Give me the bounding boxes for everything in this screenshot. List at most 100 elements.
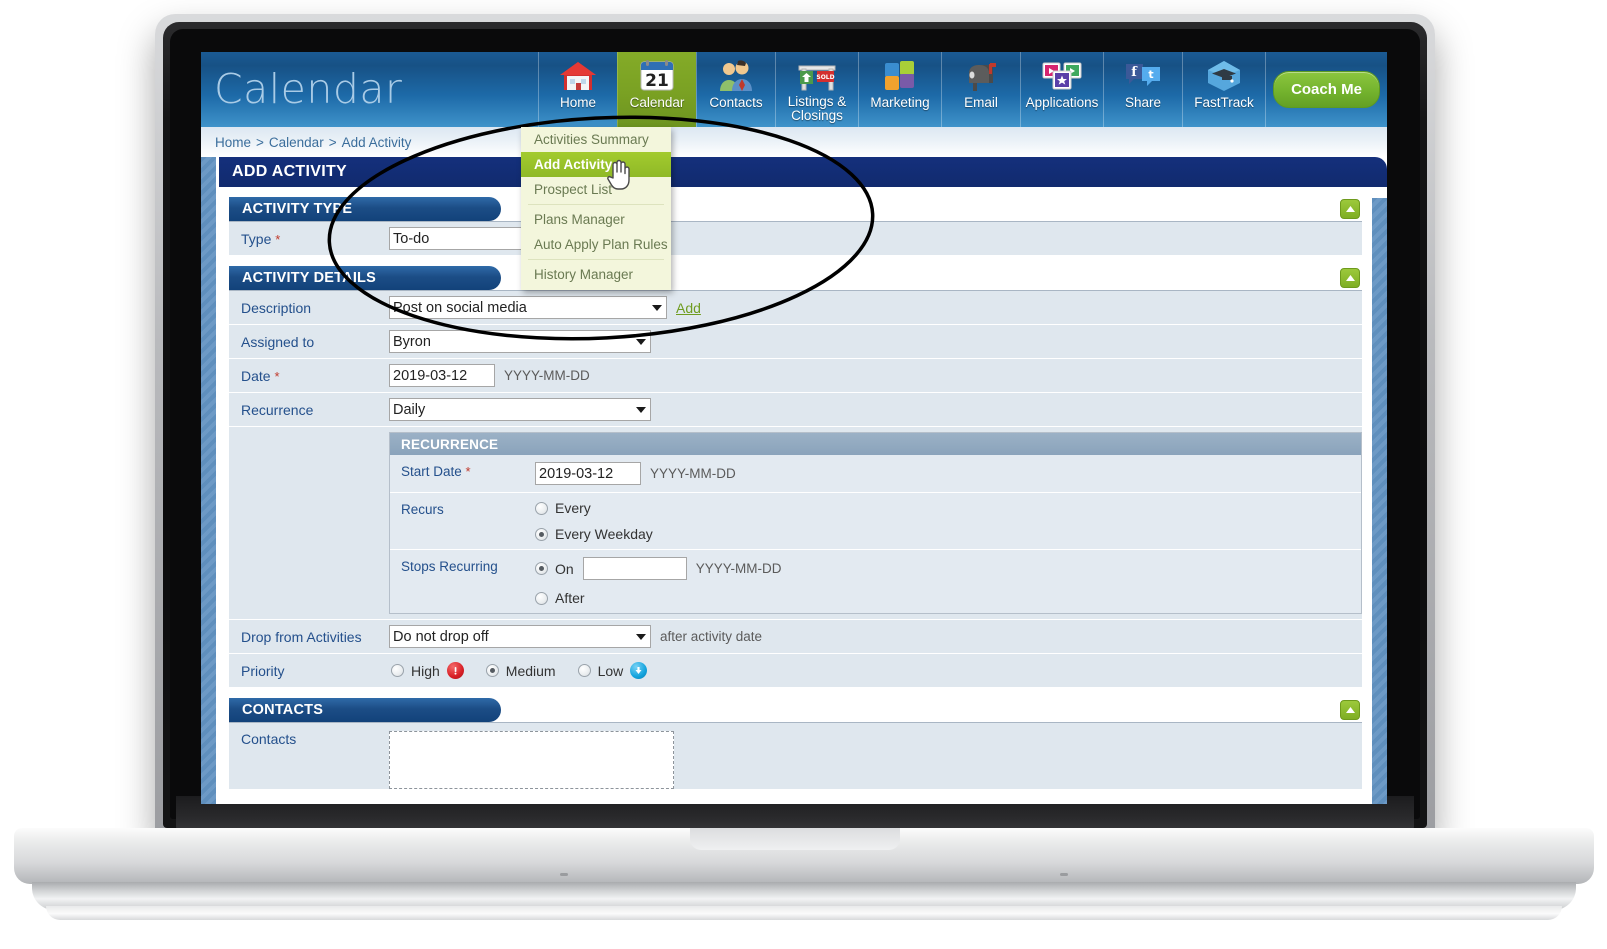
priority-option-low[interactable]: Low xyxy=(577,662,648,679)
assigned-to-select-wrapper: Byron xyxy=(389,330,651,353)
drop-from-activities-label: Drop from Activities xyxy=(241,628,362,645)
menu-item-plans-manager[interactable]: Plans Manager xyxy=(521,207,671,232)
radio-every-weekday[interactable] xyxy=(535,527,548,541)
menu-item-add-activity[interactable]: Add Activity xyxy=(521,152,671,177)
nav-item-fasttrack[interactable]: FastTrack xyxy=(1182,52,1265,127)
chevron-up-icon xyxy=(1345,275,1355,281)
people-icon xyxy=(716,56,756,96)
house-icon xyxy=(558,56,598,96)
chevron-up-icon xyxy=(1345,707,1355,713)
start-date-label: Start Date * xyxy=(390,462,535,479)
assigned-to-field: Byron xyxy=(389,330,1362,353)
radio-priority-medium[interactable] xyxy=(485,664,499,677)
start-date-field: YYYY-MM-DD xyxy=(535,462,736,485)
recurs-option-every[interactable]: Every xyxy=(535,500,653,516)
breadcrumb-item-home[interactable]: Home xyxy=(215,135,251,150)
nav-item-home-label: Home xyxy=(559,95,596,110)
svg-text:t: t xyxy=(1148,68,1153,81)
recurrence-select[interactable]: Daily xyxy=(389,398,651,421)
priority-option-medium-label: Medium xyxy=(505,662,556,679)
radio-priority-high[interactable] xyxy=(391,664,404,677)
laptop-base-screw-left xyxy=(560,873,568,876)
radio-stops-after[interactable] xyxy=(535,591,548,605)
menu-item-prospect-list[interactable]: Prospect List xyxy=(521,177,671,202)
menu-item-activities-summary[interactable]: Activities Summary xyxy=(521,127,671,152)
social-icon: f t xyxy=(1123,56,1163,96)
recurrence-field: Daily xyxy=(389,398,1362,421)
contacts-label: Contacts xyxy=(241,731,297,747)
svg-text:SOLD: SOLD xyxy=(816,74,834,81)
mouse-cursor-hand-icon xyxy=(605,158,631,195)
page-body: ADD ACTIVITY ACTIVITY TYPE Type * To-do … xyxy=(201,157,1387,804)
radio-priority-low[interactable] xyxy=(577,664,591,677)
description-select[interactable]: Post on social media xyxy=(389,296,667,319)
recurrence-row: Recurrence Daily xyxy=(229,393,1362,427)
contacts-input-box[interactable] xyxy=(389,731,674,789)
stops-on-group: On YYYY-MM-DD xyxy=(535,557,781,580)
stops-option-on[interactable]: On xyxy=(535,561,574,577)
nav-item-listings-closings-label: Listings & Closings xyxy=(788,95,847,123)
breadcrumb-item-calendar[interactable]: Calendar xyxy=(269,135,324,150)
stops-recurring-label: Stops Recurring xyxy=(401,559,498,574)
recurs-label: Recurs xyxy=(401,502,444,517)
radio-every[interactable] xyxy=(535,501,548,515)
nav-item-share[interactable]: f t Share xyxy=(1103,52,1182,127)
assigned-to-select[interactable]: Byron xyxy=(389,330,651,353)
nav-item-marketing[interactable]: Marketing xyxy=(858,52,941,127)
type-row: Type * To-do xyxy=(229,222,1362,256)
stops-on-date-input[interactable] xyxy=(582,557,687,580)
type-required-marker: * xyxy=(275,231,281,247)
recurrence-subpanel-heading: RECURRENCE xyxy=(390,433,1361,455)
recurs-option-every-weekday[interactable]: Every Weekday xyxy=(535,526,653,542)
priority-option-medium[interactable]: Medium xyxy=(485,662,556,679)
menu-item-auto-apply-plan-rules[interactable]: Auto Apply Plan Rules xyxy=(521,232,671,257)
stops-option-after[interactable]: After xyxy=(535,590,781,606)
activity-type-collapse-button[interactable] xyxy=(1340,199,1360,219)
menu-item-history-manager[interactable]: History Manager xyxy=(521,262,671,287)
recurrence-select-wrapper: Daily xyxy=(389,398,651,421)
contacts-field xyxy=(389,731,1362,789)
breadcrumb: Home > Calendar > Add Activity xyxy=(201,127,1387,157)
priority-field: High Medium Low xyxy=(389,662,1362,679)
nav-item-calendar[interactable]: 21 Calendar xyxy=(617,52,696,127)
browser-viewport: Calendar Home 21 Calendar Contacts SOLD … xyxy=(201,52,1387,804)
stops-option-after-label: After xyxy=(555,590,585,606)
nav-item-share-label: Share xyxy=(1124,95,1162,110)
activity-type-body: Type * To-do xyxy=(229,221,1362,256)
start-date-input[interactable] xyxy=(535,462,641,485)
nav-item-calendar-label: Calendar xyxy=(629,95,685,110)
stops-recurring-row: Stops Recurring On YYYY-MM-DD After xyxy=(390,550,1361,613)
nav-item-listings-closings[interactable]: SOLD Listings & Closings xyxy=(775,52,858,127)
coach-me-button[interactable]: Coach Me xyxy=(1273,71,1380,108)
contacts-collapse-button[interactable] xyxy=(1340,700,1360,720)
priority-label: Priority xyxy=(241,662,285,679)
nav-item-home[interactable]: Home xyxy=(538,52,617,127)
app-tiles-icon xyxy=(1040,56,1084,96)
graduation-cap-icon xyxy=(1205,56,1243,96)
drop-from-activities-row: Drop from Activities Do not drop off aft… xyxy=(229,620,1362,654)
drop-after-hint: after activity date xyxy=(660,629,763,644)
nav-item-fasttrack-label: FastTrack xyxy=(1194,95,1254,110)
page-title: ADD ACTIVITY xyxy=(219,157,1387,187)
nav-item-email[interactable]: Email xyxy=(941,52,1020,127)
add-description-link[interactable]: Add xyxy=(676,300,701,316)
nav-item-contacts[interactable]: Contacts xyxy=(696,52,775,127)
calendar-icon: 21 xyxy=(638,56,676,96)
activity-details-panel: ACTIVITY DETAILS Description Post on soc… xyxy=(229,266,1362,688)
activity-details-collapse-button[interactable] xyxy=(1340,268,1360,288)
drop-from-activities-select[interactable]: Do not drop off xyxy=(389,625,651,648)
laptop-base-notch xyxy=(690,828,900,850)
activity-details-body: Description Post on social media Add Ass… xyxy=(229,290,1362,688)
nav-item-applications[interactable]: Applications xyxy=(1020,52,1103,127)
date-input[interactable] xyxy=(389,364,495,387)
exclamation-icon xyxy=(446,662,464,679)
recurs-option-every-label: Every xyxy=(555,500,591,516)
recurs-field: Every Every Weekday xyxy=(535,500,653,542)
chevron-up-icon xyxy=(1345,206,1355,212)
recurrence-subpanel-row: RECURRENCE Start Date * YYYY-MM-DD xyxy=(229,427,1362,620)
breadcrumb-separator-1: > xyxy=(256,134,264,150)
laptop-base-foot-lower xyxy=(46,906,1562,920)
priority-option-high[interactable]: High xyxy=(391,662,464,679)
radio-stops-on[interactable] xyxy=(535,562,548,575)
date-row: Date * YYYY-MM-DD xyxy=(229,359,1362,393)
